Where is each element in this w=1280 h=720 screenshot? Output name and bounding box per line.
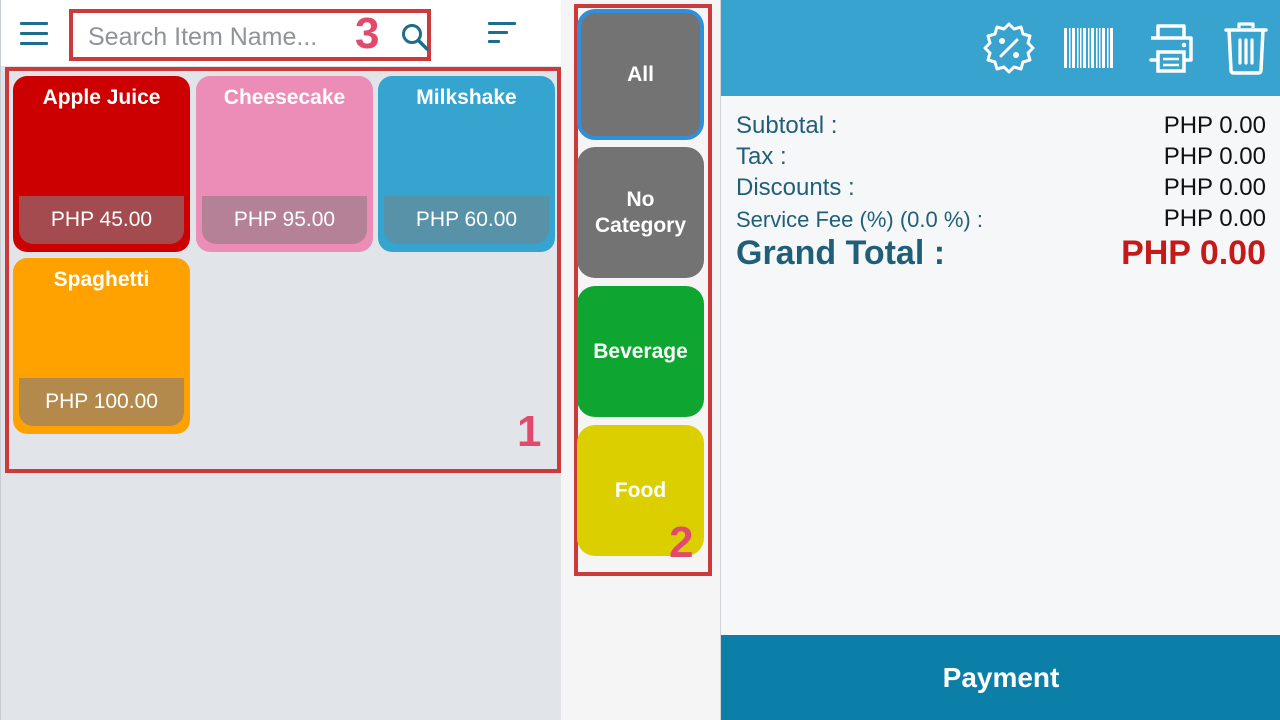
barcode-icon[interactable] bbox=[1061, 20, 1117, 76]
subtotal-label: Subtotal : bbox=[736, 112, 838, 139]
printer-icon[interactable] bbox=[1143, 20, 1199, 76]
item-price: PHP 60.00 bbox=[415, 208, 518, 231]
item-tile-spaghetti[interactable]: Spaghetti PHP 100.00 bbox=[13, 258, 190, 434]
tax-label: Tax : bbox=[736, 143, 787, 170]
order-summary-panel: Subtotal : PHP 0.00 Tax : PHP 0.00 Disco… bbox=[720, 0, 1280, 720]
service-fee-value: PHP 0.00 bbox=[1163, 205, 1266, 232]
item-price-band: PHP 95.00 bbox=[202, 196, 367, 244]
subtotal-value: PHP 0.00 bbox=[1163, 112, 1266, 139]
item-name: Spaghetti bbox=[53, 268, 150, 291]
sort-filter-icon[interactable] bbox=[488, 22, 518, 46]
item-tile-apple-juice[interactable]: Apple Juice PHP 45.00 bbox=[13, 76, 190, 252]
tax-value: PHP 0.00 bbox=[1163, 143, 1266, 170]
grand-total-label: Grand Total : bbox=[736, 234, 946, 272]
search-bar[interactable]: 3 bbox=[69, 9, 431, 61]
payment-button[interactable]: Payment bbox=[721, 635, 1280, 720]
item-tile-milkshake[interactable]: Milkshake PHP 60.00 bbox=[378, 76, 555, 252]
category-column: All No Category Beverage Food 2 bbox=[561, 0, 720, 720]
item-name: Apple Juice bbox=[42, 86, 161, 109]
discounts-label: Discounts : bbox=[736, 174, 855, 201]
item-price-band: PHP 100.00 bbox=[19, 378, 184, 426]
item-panel: 3 Apple Juice PHP 45.00 Cheesecake PHP 9… bbox=[0, 0, 562, 720]
item-tile-cheesecake[interactable]: Cheesecake PHP 95.00 bbox=[196, 76, 373, 252]
order-toolbar bbox=[721, 0, 1280, 96]
category-no-category-button[interactable]: No Category bbox=[577, 147, 704, 278]
grand-total-value: PHP 0.00 bbox=[1121, 234, 1266, 272]
annotation-number-1: 1 bbox=[517, 407, 542, 456]
item-name: Milkshake bbox=[416, 86, 517, 109]
search-input[interactable] bbox=[88, 19, 343, 55]
item-name: Cheesecake bbox=[223, 86, 346, 109]
service-fee-label: Service Fee (%) (0.0 %) : bbox=[736, 207, 983, 232]
search-toolbar: 3 bbox=[1, 0, 562, 66]
item-price: PHP 45.00 bbox=[50, 208, 153, 231]
category-beverage-button[interactable]: Beverage bbox=[577, 286, 704, 417]
discount-badge-icon[interactable] bbox=[981, 20, 1037, 76]
items-grid: Apple Juice PHP 45.00 Cheesecake PHP 95.… bbox=[5, 67, 561, 473]
search-icon[interactable] bbox=[400, 22, 430, 52]
item-price-band: PHP 45.00 bbox=[19, 196, 184, 244]
annotation-number-3: 3 bbox=[355, 9, 380, 58]
menu-icon[interactable] bbox=[20, 22, 50, 46]
trash-icon[interactable] bbox=[1218, 20, 1274, 76]
annotation-number-2: 2 bbox=[669, 518, 694, 567]
item-price: PHP 100.00 bbox=[45, 390, 158, 413]
item-price: PHP 95.00 bbox=[233, 208, 336, 231]
category-all-button[interactable]: All bbox=[577, 9, 704, 140]
discounts-value: PHP 0.00 bbox=[1163, 174, 1266, 201]
item-price-band: PHP 60.00 bbox=[384, 196, 549, 244]
